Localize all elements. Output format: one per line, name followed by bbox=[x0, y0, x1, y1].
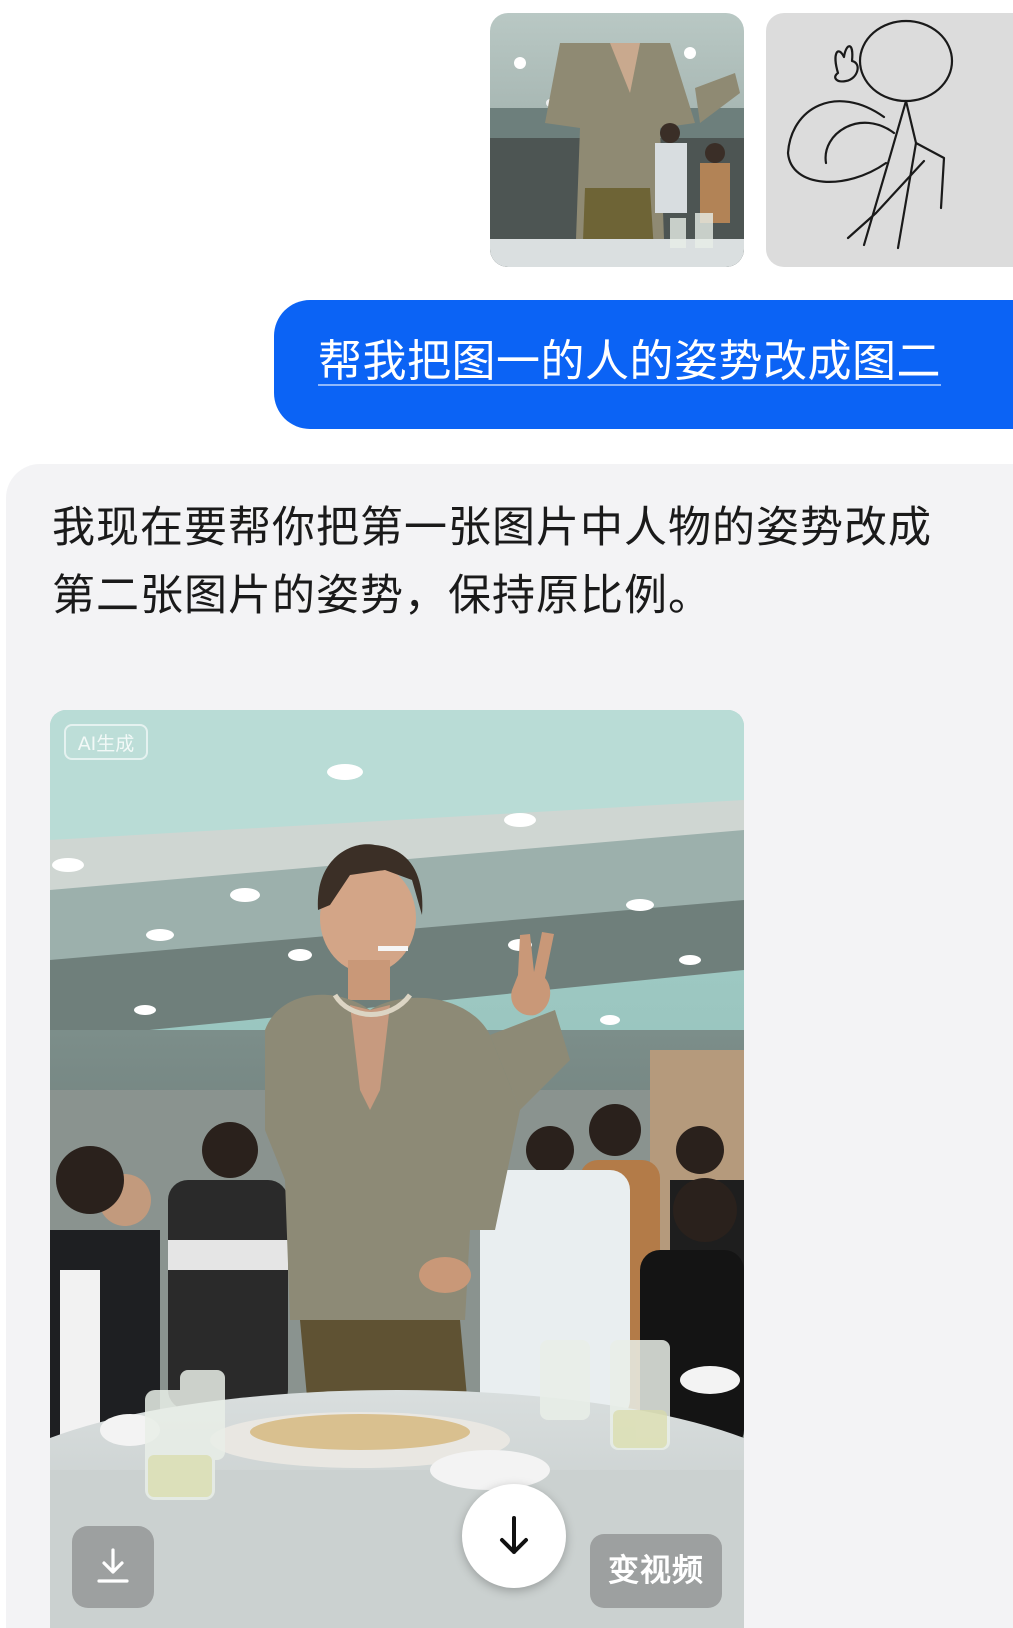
arrow-down-icon bbox=[494, 1514, 534, 1558]
generated-photo bbox=[50, 710, 744, 1628]
assistant-message-text: 我现在要帮你把第一张图片中人物的姿势改成第二张图片的姿势，保持原比例。 bbox=[52, 503, 932, 621]
ai-generated-badge: AI生成 bbox=[64, 724, 148, 760]
save-image-button[interactable] bbox=[72, 1526, 154, 1608]
restaurant-photo-image bbox=[490, 13, 744, 267]
attachment-sketch[interactable] bbox=[766, 13, 1013, 267]
generated-image[interactable]: AI生成 变视频 bbox=[50, 710, 744, 1628]
user-message-bubble: 帮我把图一的人的姿势改成图二 bbox=[274, 300, 1013, 429]
download-tray-icon bbox=[94, 1546, 132, 1586]
pose-sketch-image bbox=[766, 13, 1013, 267]
assistant-message-card: 我现在要帮你把第一张图片中人物的姿势改成第二张图片的姿势，保持原比例。 AI生成… bbox=[6, 464, 1013, 1628]
make-video-button[interactable]: 变视频 bbox=[590, 1534, 722, 1608]
download-button[interactable] bbox=[462, 1484, 566, 1588]
attachment-photo[interactable] bbox=[490, 13, 744, 267]
user-message-text[interactable]: 帮我把图一的人的姿势改成图二 bbox=[318, 334, 941, 390]
